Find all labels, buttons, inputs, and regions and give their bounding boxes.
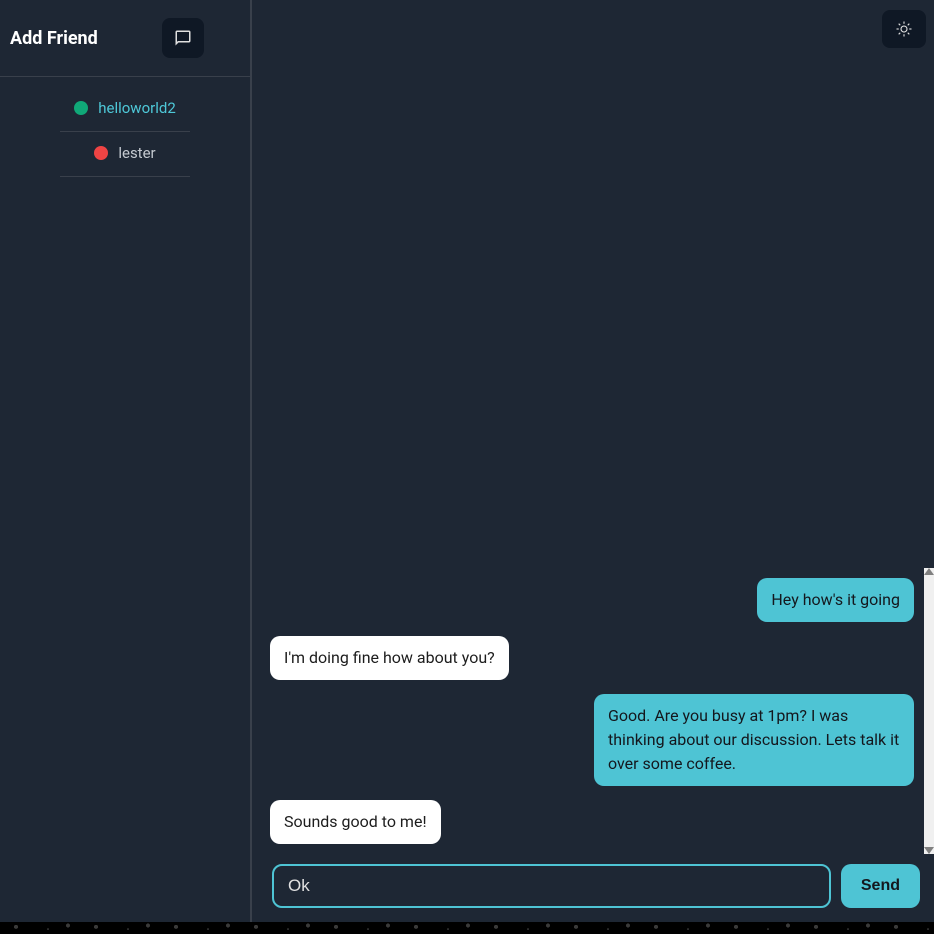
theme-toggle-button[interactable] (882, 10, 926, 48)
chat-bubble-icon (174, 29, 192, 47)
main-area: Hey how's it going I'm doing fine how ab… (252, 0, 934, 922)
message-row: I'm doing fine how about you? (270, 636, 914, 680)
message-input[interactable] (272, 864, 831, 908)
chat-icon-button[interactable] (162, 18, 204, 58)
message-bubble-received: I'm doing fine how about you? (270, 636, 509, 680)
scroll-down-arrow-icon (924, 847, 934, 854)
top-bar (252, 0, 934, 58)
sun-icon (895, 20, 913, 38)
status-dot-offline (94, 146, 108, 160)
message-row: Good. Are you busy at 1pm? I was thinkin… (270, 694, 914, 786)
app-container: Add Friend helloworld2 lester (0, 0, 934, 922)
scrollbar[interactable] (924, 568, 934, 854)
friend-item-lester[interactable]: lester (60, 132, 190, 177)
friend-name: helloworld2 (98, 99, 176, 117)
sidebar: Add Friend helloworld2 lester (0, 0, 252, 922)
message-row: Hey how's it going (270, 578, 914, 622)
scroll-up-arrow-icon (924, 568, 934, 575)
status-dot-online (74, 101, 88, 115)
message-row: Sounds good to me! (270, 800, 914, 844)
friend-name: lester (118, 144, 155, 162)
messages-container[interactable]: Hey how's it going I'm doing fine how ab… (252, 578, 934, 858)
sidebar-header: Add Friend (0, 0, 250, 77)
friends-list: helloworld2 lester (0, 77, 250, 187)
bottom-decoration (0, 922, 934, 934)
message-bubble-sent: Hey how's it going (757, 578, 914, 622)
input-area: Send (252, 858, 934, 922)
chat-area: Hey how's it going I'm doing fine how ab… (252, 58, 934, 922)
message-bubble-sent: Good. Are you busy at 1pm? I was thinkin… (594, 694, 914, 786)
send-button[interactable]: Send (841, 864, 920, 908)
add-friend-title[interactable]: Add Friend (10, 28, 162, 49)
message-bubble-received: Sounds good to me! (270, 800, 441, 844)
friend-item-helloworld2[interactable]: helloworld2 (60, 87, 190, 132)
